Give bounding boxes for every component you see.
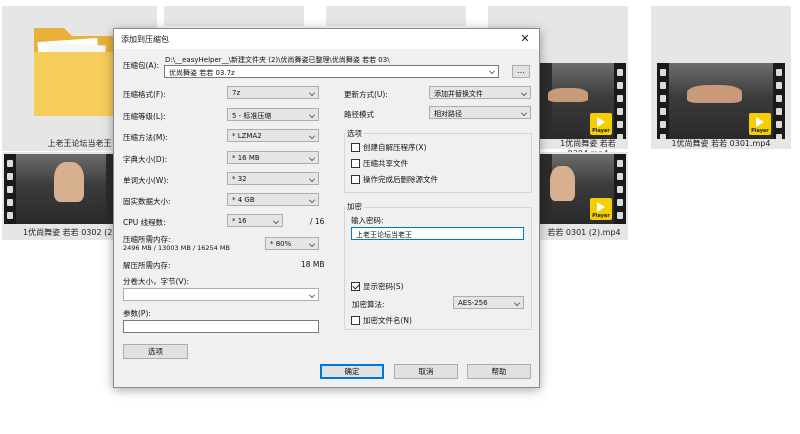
archive-name-combo[interactable]: 优尚舞姿 若若 03.7z — [164, 65, 499, 78]
path-mode-value: 相对路径 — [434, 110, 462, 118]
video-tile[interactable] — [326, 6, 466, 26]
format-value: 7z — [232, 89, 241, 97]
dialog-titlebar[interactable]: 添加到压缩包 ✕ — [114, 29, 539, 49]
checkbox-icon — [351, 159, 360, 168]
solid-value: * 4 GB — [232, 196, 255, 204]
checkbox-icon — [351, 175, 360, 184]
word-select[interactable]: * 32 — [227, 172, 319, 185]
path-mode-label: 路径模式 — [344, 110, 374, 119]
update-select[interactable]: 添加并替换文件 — [429, 86, 531, 99]
split-label: 分卷大小，字节(V): — [123, 277, 190, 286]
level-label: 压缩等级(L): — [123, 112, 166, 121]
chevron-down-icon — [309, 241, 315, 247]
threads-max: / 16 — [310, 217, 325, 226]
options-group-title: 选项 — [345, 128, 364, 139]
show-password-checkbox[interactable]: 显示密码(S) — [351, 281, 404, 292]
mem-decomp-value: 18 MB — [301, 260, 325, 269]
chevron-down-icon — [309, 176, 315, 182]
video-tile[interactable] — [164, 6, 304, 26]
player-badge-icon: Player — [749, 113, 771, 135]
chevron-down-icon — [521, 110, 527, 116]
help-button[interactable]: 帮助 — [467, 364, 531, 379]
video-tile[interactable]: Player 1优尚舞姿 若若 0301.mp4 — [651, 6, 791, 149]
dict-value: * 16 MB — [232, 154, 260, 162]
password-label: 输入密码: — [351, 216, 384, 225]
update-label: 更新方式(U): — [344, 90, 388, 99]
video-thumbnail: Player — [540, 154, 626, 224]
dialog-title: 添加到压缩包 — [121, 35, 169, 44]
encrypt-names-checkbox[interactable]: 加密文件名(N) — [351, 315, 412, 326]
tile-label: 1优尚舞姿 若若 0301.mp4 — [671, 139, 771, 148]
add-to-archive-dialog: 添加到压缩包 ✕ 压缩包(A): D:\__easyHelper__\新建文件夹… — [113, 28, 540, 388]
word-value: * 32 — [232, 175, 247, 183]
solid-label: 固实数据大小: — [123, 197, 171, 206]
level-select[interactable]: 5 - 标准压缩 — [227, 108, 319, 121]
chevron-down-icon — [273, 218, 279, 224]
password-input[interactable]: 上老王论坛当老王 — [351, 227, 524, 240]
level-value: 5 - 标准压缩 — [232, 112, 272, 120]
encrypt-method-value: AES-256 — [458, 299, 488, 307]
ok-button[interactable]: 确定 — [320, 364, 384, 379]
threads-select[interactable]: * 16 — [227, 214, 283, 227]
threads-label: CPU 线程数: — [123, 218, 166, 227]
chevron-down-icon — [309, 133, 315, 139]
cancel-button[interactable]: 取消 — [394, 364, 458, 379]
method-label: 压缩方法(M): — [123, 133, 168, 142]
mem-decomp-label: 解压所需内存: — [123, 261, 171, 270]
check-icon — [351, 282, 360, 291]
path-mode-select[interactable]: 相对路径 — [429, 106, 531, 119]
checkbox-icon — [351, 143, 360, 152]
folder-icon — [34, 28, 116, 117]
archive-path: D:\__easyHelper__\新建文件夹 (2)\优尚舞姿已整理\优尚舞姿… — [165, 56, 390, 64]
split-select[interactable] — [123, 288, 319, 301]
params-label: 参数(P): — [123, 309, 151, 318]
update-value: 添加并替换文件 — [434, 90, 483, 98]
delete-source-checkbox[interactable]: 操作完成后删除源文件 — [351, 174, 438, 185]
params-input[interactable] — [123, 320, 319, 333]
format-select[interactable]: 7z — [227, 86, 319, 99]
password-value: 上老王论坛当老王 — [356, 231, 412, 239]
chevron-down-icon — [309, 90, 315, 96]
video-thumbnail — [4, 154, 118, 224]
browse-button[interactable]: ... — [512, 65, 530, 78]
encrypt-method-select[interactable]: AES-256 — [453, 296, 524, 309]
chevron-down-icon — [521, 90, 527, 96]
chevron-down-icon — [309, 292, 315, 298]
player-badge-icon: Player — [590, 113, 612, 135]
chevron-down-icon — [514, 300, 520, 306]
chevron-down-icon — [309, 155, 315, 161]
mem-percent-select[interactable]: * 80% — [265, 237, 319, 250]
chevron-down-icon — [309, 197, 315, 203]
method-select[interactable]: * LZMA2 — [227, 129, 319, 142]
options-button[interactable]: 选项 — [123, 344, 188, 359]
archive-label: 压缩包(A): — [123, 61, 160, 70]
threads-value: * 16 — [232, 217, 247, 225]
chevron-down-icon — [489, 68, 495, 74]
encrypt-method-label: 加密算法: — [352, 300, 385, 309]
close-icon[interactable]: ✕ — [511, 29, 539, 49]
format-label: 压缩格式(F): — [123, 90, 166, 99]
method-value: * LZMA2 — [232, 132, 262, 140]
mem-comp-value: 2496 MB / 13003 MB / 16254 MB — [123, 244, 230, 252]
sfx-checkbox[interactable]: 创建自解压程序(X) — [351, 142, 427, 153]
mem-percent-value: * 80% — [270, 240, 292, 248]
player-badge-icon: Player — [590, 198, 612, 220]
chevron-down-icon — [309, 112, 315, 118]
archive-name-value: 优尚舞姿 若若 03.7z — [169, 69, 235, 77]
shared-checkbox[interactable]: 压缩共享文件 — [351, 158, 408, 169]
dict-label: 字典大小(D): — [123, 155, 168, 164]
word-label: 单词大小(W): — [123, 176, 169, 185]
video-thumbnail: Player — [540, 63, 626, 139]
checkbox-icon — [351, 316, 360, 325]
solid-select[interactable]: * 4 GB — [227, 193, 319, 206]
dict-select[interactable]: * 16 MB — [227, 151, 319, 164]
video-thumbnail: Player — [657, 63, 785, 139]
encrypt-group-title: 加密 — [345, 201, 364, 212]
